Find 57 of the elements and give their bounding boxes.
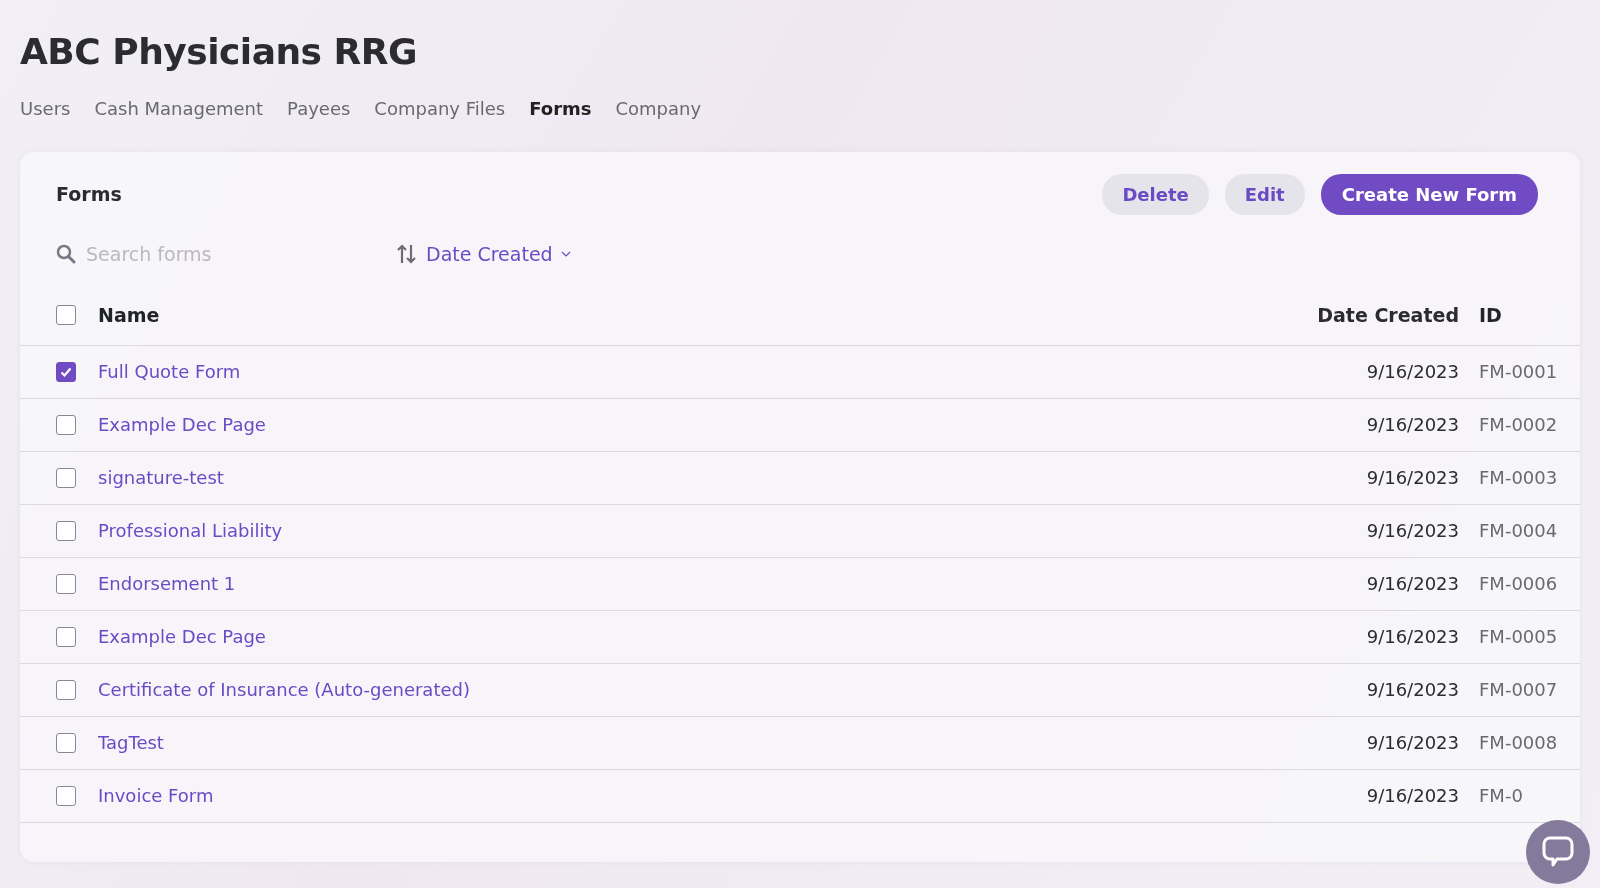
action-button[interactable]: Edit [1224, 174, 1305, 216]
date-cell: 9/16/2023 [1366, 361, 1459, 383]
date-cell: 9/16/2023 [1366, 732, 1459, 754]
id-cell: FM-0003 [1479, 467, 1558, 489]
date-cell: 9/16/2023 [1366, 467, 1459, 489]
nav-tab[interactable]: Cash Management [94, 95, 264, 123]
checkbox[interactable] [56, 467, 76, 488]
id-cell: FM-0005 [1479, 626, 1558, 648]
checkbox[interactable] [56, 732, 76, 753]
checkbox[interactable] [56, 361, 76, 382]
nav-tab[interactable]: Forms [529, 95, 592, 123]
action-button[interactable]: Delete [1102, 174, 1209, 216]
id-cell: FM-0001 [1479, 361, 1558, 383]
column-header: Date Created [1316, 302, 1459, 328]
form-name-link[interactable]: signature-test [98, 467, 224, 489]
checkbox[interactable] [56, 305, 76, 326]
checkbox[interactable] [56, 679, 76, 700]
form-name-link[interactable]: Full Quote Form [98, 361, 241, 383]
date-cell: 9/16/2023 [1366, 573, 1459, 595]
checkbox[interactable] [56, 573, 76, 594]
checkbox[interactable] [56, 626, 76, 647]
form-name-link[interactable]: Professional Liability [98, 520, 283, 542]
id-cell: FM-0004 [1479, 520, 1558, 542]
action-button[interactable]: Create New Form [1320, 174, 1538, 216]
nav-tab[interactable]: Payees [287, 95, 351, 123]
column-header: ID [1478, 302, 1503, 328]
nav-tab[interactable]: Users [20, 95, 71, 123]
id-cell: FM-0006 [1479, 573, 1558, 595]
id-cell: FM-0002 [1479, 414, 1558, 436]
nav-tab[interactable]: Company Files [374, 95, 506, 123]
form-name-link[interactable]: Endorsement 1 [98, 573, 236, 595]
form-name-link[interactable]: Example Dec Page [98, 414, 266, 436]
form-name-link[interactable]: Example Dec Page [98, 626, 266, 648]
checkbox[interactable] [56, 520, 76, 541]
panel-title: Forms [56, 182, 122, 208]
id-cell: FM-0007 [1479, 679, 1558, 701]
date-cell: 9/16/2023 [1366, 520, 1459, 542]
chat-bubble-icon [1541, 835, 1575, 869]
chevron-icon [560, 251, 571, 258]
form-name-link[interactable]: Invoice Form [98, 785, 214, 807]
date-cell: 9/16/2023 [1366, 626, 1459, 648]
form-name-link[interactable]: TagTest [98, 732, 164, 754]
checkbox[interactable] [56, 414, 76, 435]
search-field[interactable]: Search forms [84, 239, 324, 270]
id-cell: FM-0008 [1479, 732, 1558, 754]
date-cell: 9/16/2023 [1366, 679, 1459, 701]
sort-dropdown[interactable]: Date Created [396, 240, 571, 269]
search-icon [56, 244, 76, 265]
date-cell: 9/16/2023 [1366, 785, 1459, 807]
form-name-link[interactable]: Certificate of Insurance (Auto-generated) [98, 679, 470, 701]
page-title: ABC Physicians RRG [20, 30, 419, 74]
sort-icon [396, 243, 418, 266]
id-cell: FM-0 [1479, 785, 1523, 807]
column-header: Name [98, 302, 161, 328]
nav-tab[interactable]: Company [615, 95, 702, 123]
date-cell: 9/16/2023 [1366, 414, 1459, 436]
checkbox[interactable] [56, 785, 76, 806]
